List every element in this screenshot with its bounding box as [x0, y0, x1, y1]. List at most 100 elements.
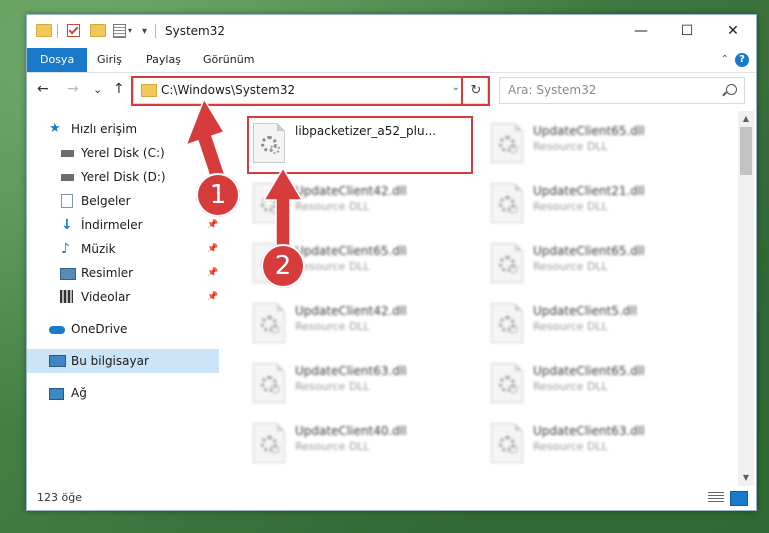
- refresh-highlight-box: [461, 76, 490, 106]
- sidebar-item-pictures[interactable]: Resimler 📌: [27, 261, 219, 285]
- video-icon: [60, 290, 73, 303]
- dll-file-icon: [253, 363, 285, 403]
- gear-icon: [508, 384, 518, 394]
- sidebar-item-music[interactable]: ♪ Müzik 📌: [27, 237, 219, 261]
- minimize-button[interactable]: —: [618, 15, 664, 48]
- gear-icon: [508, 204, 518, 214]
- navigation-pane: ★ Hızlı erişim Yerel Disk (C:) 📌 Yerel D…: [27, 111, 219, 486]
- gear-icon: [508, 144, 518, 154]
- up-button[interactable]: ↑: [113, 81, 125, 97]
- forward-button[interactable]: →: [67, 81, 79, 97]
- gear-icon: [270, 204, 280, 214]
- scroll-thumb[interactable]: [740, 127, 752, 175]
- file-type: Resource DLL: [295, 320, 370, 333]
- ribbon-tabs: Dosya Giriş Paylaş Görünüm ⌃ ?: [27, 48, 756, 73]
- tab-file[interactable]: Dosya: [27, 48, 88, 72]
- search-box[interactable]: Ara: System32: [499, 77, 745, 104]
- file-item[interactable]: UpdateClient65.dll Resource DLL: [485, 239, 715, 295]
- folder-icon: [36, 24, 52, 37]
- title-divider: [155, 24, 156, 38]
- customize-toolbar-icon[interactable]: ▾: [142, 26, 147, 37]
- sidebar-item-network[interactable]: Ağ: [27, 381, 219, 405]
- sidebar-item-label: Yerel Disk (C:): [81, 146, 165, 160]
- dll-file-icon: [491, 363, 523, 403]
- file-item[interactable]: UpdateClient65.dll Resource DLL: [485, 119, 715, 175]
- collapse-ribbon-icon[interactable]: ⌃: [721, 54, 729, 65]
- file-item[interactable]: UpdateClient21.dll Resource DLL: [485, 179, 715, 235]
- file-type: Resource DLL: [533, 440, 608, 453]
- item-count: 123 öğe: [37, 491, 82, 504]
- back-button[interactable]: ←: [37, 81, 49, 97]
- pin-icon[interactable]: 📌: [207, 261, 218, 285]
- sidebar-item-videos[interactable]: Videolar 📌: [27, 285, 219, 309]
- sidebar-item-downloads[interactable]: ↓ İndirmeler 📌: [27, 213, 219, 237]
- sidebar-item-onedrive[interactable]: OneDrive: [27, 317, 219, 341]
- documents-icon: [61, 194, 73, 208]
- download-icon: ↓: [61, 217, 73, 233]
- dll-file-icon: [491, 423, 523, 463]
- properties-check-icon[interactable]: [67, 24, 80, 37]
- file-name: UpdateClient21.dll: [533, 184, 645, 198]
- file-item[interactable]: UpdateClient65.dll Resource DLL: [485, 359, 715, 415]
- file-highlight-box: [247, 116, 473, 174]
- gear-icon: [508, 264, 518, 274]
- sidebar-item-this-pc[interactable]: Bu bilgisayar: [27, 349, 219, 373]
- sidebar-item-label: Müzik: [81, 242, 116, 256]
- pin-icon[interactable]: 📌: [207, 237, 218, 261]
- file-name: UpdateClient65.dll: [533, 124, 645, 138]
- file-item[interactable]: UpdateClient63.dll Resource DLL: [247, 359, 477, 415]
- sidebar-item-label: OneDrive: [71, 322, 128, 336]
- pin-icon[interactable]: 📌: [207, 141, 218, 165]
- file-type: Resource DLL: [295, 200, 370, 213]
- sidebar-item-quick-access[interactable]: ★ Hızlı erişim: [27, 117, 219, 141]
- sidebar-item-label: Videolar: [81, 290, 131, 304]
- network-icon: [49, 388, 64, 400]
- vertical-scrollbar[interactable]: ▲ ▼: [738, 111, 754, 486]
- details-view-icon[interactable]: [708, 492, 724, 504]
- scroll-up-icon[interactable]: ▲: [738, 111, 754, 127]
- pin-icon[interactable]: 📌: [207, 285, 218, 309]
- file-item[interactable]: UpdateClient42.dll Resource DLL: [247, 179, 477, 235]
- gear-icon: [508, 444, 518, 454]
- drive-icon: [61, 174, 74, 181]
- search-icon[interactable]: [726, 84, 737, 95]
- sidebar-item-drive-c[interactable]: Yerel Disk (C:) 📌: [27, 141, 219, 165]
- close-button[interactable]: ✕: [710, 15, 756, 48]
- search-input[interactable]: Ara: System32: [508, 83, 596, 97]
- file-name: UpdateClient65.dll: [533, 244, 645, 258]
- help-icon[interactable]: ?: [735, 53, 749, 67]
- gear-icon: [270, 384, 280, 394]
- sidebar-item-label: İndirmeler: [81, 218, 143, 232]
- tab-home[interactable]: Giriş: [84, 48, 135, 72]
- recent-locations-button[interactable]: ⌄: [93, 83, 102, 96]
- scroll-down-icon[interactable]: ▼: [738, 470, 754, 486]
- title-bar: ▾ ▾ System32 — ☐ ✕: [27, 15, 756, 48]
- file-item[interactable]: UpdateClient5.dll Resource DLL: [485, 299, 715, 355]
- status-bar: 123 öğe: [27, 486, 756, 510]
- sidebar-item-label: Bu bilgisayar: [71, 354, 149, 368]
- properties-icon[interactable]: [113, 24, 126, 38]
- file-name: UpdateClient40.dll: [295, 424, 407, 438]
- file-item[interactable]: UpdateClient42.dll Resource DLL: [247, 299, 477, 355]
- dll-file-icon: [491, 303, 523, 343]
- sidebar-item-documents[interactable]: Belgeler 📌: [27, 189, 219, 213]
- music-icon: ♪: [61, 241, 70, 257]
- dll-file-icon: [253, 183, 285, 223]
- file-type: Resource DLL: [533, 200, 608, 213]
- computer-icon: [49, 355, 66, 367]
- new-folder-icon[interactable]: [90, 24, 106, 37]
- file-type: Resource DLL: [533, 380, 608, 393]
- maximize-button[interactable]: ☐: [664, 15, 710, 48]
- file-item[interactable]: UpdateClient63.dll Resource DLL: [485, 419, 715, 475]
- quick-access-dropdown-icon[interactable]: ▾: [128, 26, 132, 35]
- dll-file-icon: [491, 243, 523, 283]
- tab-view[interactable]: Görünüm: [190, 48, 267, 72]
- file-name: UpdateClient42.dll: [295, 304, 407, 318]
- tiles-view-icon[interactable]: [730, 491, 748, 506]
- sidebar-item-label: Hızlı erişim: [71, 122, 138, 136]
- cloud-icon: [49, 326, 65, 334]
- sidebar-item-drive-d[interactable]: Yerel Disk (D:) 📌: [27, 165, 219, 189]
- file-item[interactable]: UpdateClient40.dll Resource DLL: [247, 419, 477, 475]
- gear-icon: [508, 324, 518, 334]
- tab-share[interactable]: Paylaş: [133, 48, 194, 72]
